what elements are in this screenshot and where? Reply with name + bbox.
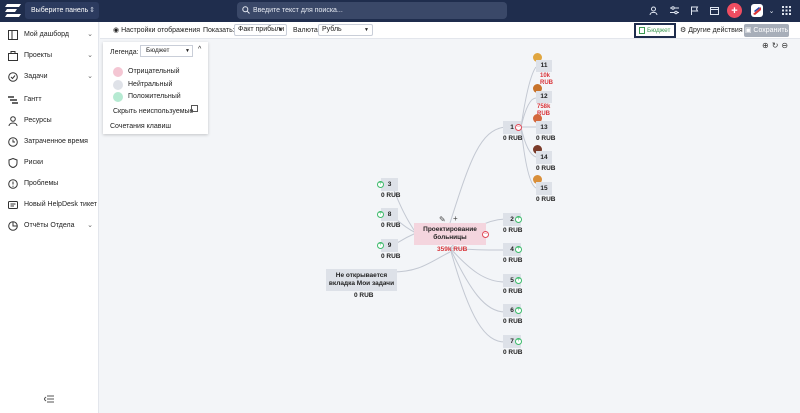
node-value: 0 RUB [354,292,374,299]
node-label: 11 [536,60,552,72]
collapse-node-icon[interactable]: − [482,231,489,238]
node-label: 13 [536,121,552,134]
node-value: 0 RUB [536,165,556,172]
root-node-title: Проектирование больницы [414,223,486,245]
expand-node-icon[interactable]: + [515,277,522,284]
node-value: 0 RUB [503,135,523,142]
node-value: 0 RUB [536,135,556,142]
node-value: 0 RUB [381,192,401,199]
legend-swatch [113,80,123,90]
expand-node-icon[interactable]: + [515,307,522,314]
legend-item-label: Отрицательный [128,68,180,75]
node-value: 0 RUB [503,227,523,234]
expand-node-icon[interactable]: + [515,338,522,345]
node-value: 0 RUB [503,349,523,356]
node-label: 15 [536,182,552,195]
legend-item-label: Нейтральный [128,81,173,88]
legend-swatch [113,92,123,102]
node-value: 0 RUB [503,318,523,325]
hide-unused-checkbox[interactable] [191,105,198,112]
legend-select-value: Бюджет [146,47,170,54]
caret-down-icon: ▼ [185,48,190,54]
legend-title: Легенда: [110,49,139,56]
keyboard-shortcuts-link[interactable]: Сочетания клавиш [110,123,171,130]
chevron-up-icon[interactable]: ^ [198,46,201,53]
collapse-node-icon[interactable]: − [515,124,522,131]
legend-item-label: Положительный [128,93,181,100]
node-value: 0 RUB [381,253,401,260]
node-label: 12 [536,91,552,103]
legend-swatch [113,67,123,77]
expand-node-icon[interactable]: + [377,242,384,249]
node-value: 10k RUB [540,73,553,86]
root-node-value: 359k RUB [437,246,468,253]
add-child-icon[interactable]: + [453,214,458,223]
node-value: 0 RUB [503,257,523,264]
legend-select[interactable]: Бюджет ▼ [140,45,193,57]
node-label: 14 [536,151,552,164]
node-value: 0 RUB [381,222,401,229]
expand-node-icon[interactable]: + [377,181,384,188]
expand-node-icon[interactable]: + [515,216,522,223]
hide-unused-label: Скрыть неиспользуемые [113,108,194,115]
expand-node-icon[interactable]: + [377,211,384,218]
node-value: 0 RUB [503,288,523,295]
node-value: 0 RUB [536,196,556,203]
legend-panel: Легенда: Бюджет ▼ ^ Отрицательный Нейтра… [103,42,208,134]
node-label: Не открывается вкладка Мои задачи [326,269,397,291]
expand-node-icon[interactable]: + [515,246,522,253]
